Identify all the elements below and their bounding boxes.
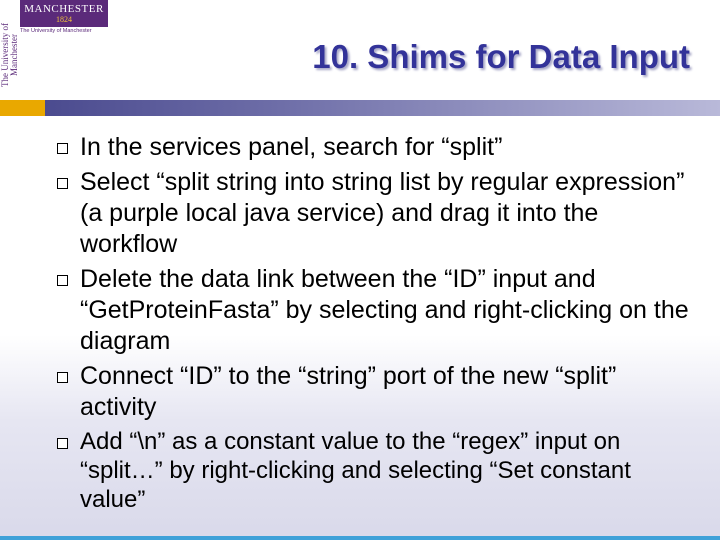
bullet-item: Select “split string into string list by… [55,167,695,260]
university-logo: MANCHESTER 1824 [20,0,108,27]
bullet-text: Connect “ID” to the “string” port of the… [80,362,617,421]
square-bullet-icon [57,275,68,286]
bullet-text: Select “split string into string list by… [80,168,685,258]
logo-subtitle: The University of Manchester [20,28,92,34]
bullet-list: In the services panel, search for “split… [55,132,695,518]
logo-year: 1824 [56,15,72,24]
bullet-item: Connect “ID” to the “string” port of the… [55,361,695,423]
header-accent-bar-gold [0,100,45,116]
square-bullet-icon [57,438,68,449]
slide-title: 10. Shims for Data Input [312,38,690,75]
bullet-text: In the services panel, search for “split… [80,133,503,161]
square-bullet-icon [57,143,68,154]
side-vertical-logo-text: The University of Manchester [0,23,19,87]
footer-accent-line [0,536,720,540]
square-bullet-icon [57,372,68,383]
bullet-item: Delete the data link between the “ID” in… [55,264,695,357]
square-bullet-icon [57,178,68,189]
bullet-text: Delete the data link between the “ID” in… [80,265,689,355]
bullet-item: In the services panel, search for “split… [55,132,695,163]
header-accent-bar-purple [45,100,720,116]
logo-name: MANCHESTER [24,3,104,15]
bullet-text: Add “\n” as a constant value to the “reg… [80,428,631,513]
bullet-item: Add “\n” as a constant value to the “reg… [55,427,695,514]
